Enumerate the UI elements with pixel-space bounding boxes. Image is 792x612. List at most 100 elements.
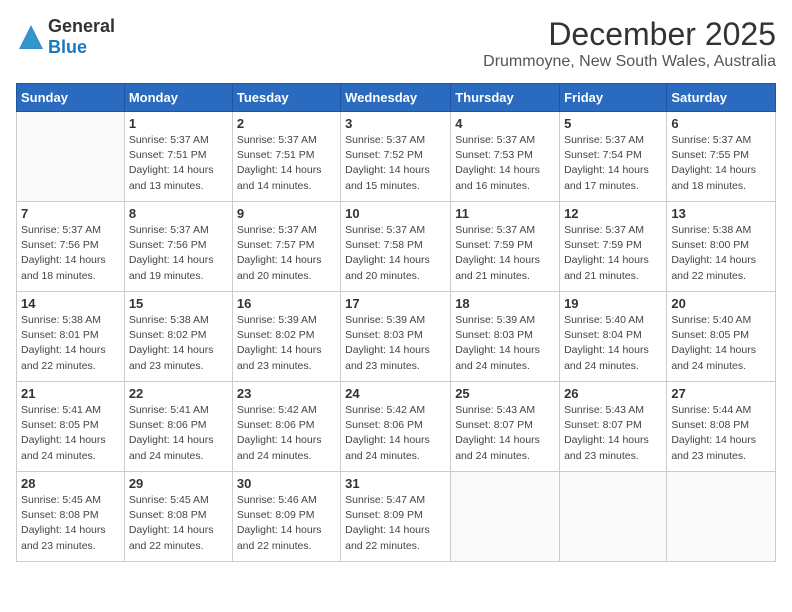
day-cell: 15 Sunrise: 5:38 AMSunset: 8:02 PMDayligh… xyxy=(124,292,232,382)
day-cell: 6 Sunrise: 5:37 AMSunset: 7:55 PMDaylight… xyxy=(667,112,776,202)
day-number: 20 xyxy=(671,296,771,311)
week-row-1: 1Sunrise: 5:37 AMSunset: 7:51 PMDaylight… xyxy=(17,112,776,202)
day-info: Sunrise: 5:41 AMSunset: 8:05 PMDaylight:… xyxy=(21,403,120,464)
day-cell: 17 Sunrise: 5:39 AMSunset: 8:03 PMDayligh… xyxy=(341,292,451,382)
day-info: Sunrise: 5:37 AMSunset: 7:56 PMDaylight:… xyxy=(21,223,120,284)
day-info: Sunrise: 5:37 AMSunset: 7:58 PMDaylight:… xyxy=(345,223,446,284)
day-number: 13 xyxy=(671,206,771,221)
day-info: Sunrise: 5:38 AMSunset: 8:00 PMDaylight:… xyxy=(671,223,771,284)
day-cell: 25Sunrise: 5:43 AMSunset: 8:07 PMDayligh… xyxy=(451,382,560,472)
day-number: 6 xyxy=(671,116,771,131)
day-info: Sunrise: 5:37 AMSunset: 7:59 PMDaylight:… xyxy=(564,223,662,284)
day-number: 15 xyxy=(129,296,228,311)
day-number: 29 xyxy=(129,476,228,491)
day-cell: 1Sunrise: 5:37 AMSunset: 7:51 PMDaylight… xyxy=(124,112,232,202)
day-info: Sunrise: 5:37 AMSunset: 7:51 PMDaylight:… xyxy=(237,133,336,194)
day-number: 21 xyxy=(21,386,120,401)
logo-icon xyxy=(16,22,46,52)
day-cell: 24 Sunrise: 5:42 AMSunset: 8:06 PMDayligh… xyxy=(341,382,451,472)
day-info: Sunrise: 5:37 AMSunset: 7:55 PMDaylight:… xyxy=(671,133,771,194)
day-cell: 22 Sunrise: 5:41 AMSunset: 8:06 PMDayligh… xyxy=(124,382,232,472)
day-info: Sunrise: 5:44 AMSunset: 8:08 PMDaylight:… xyxy=(671,403,771,464)
day-number: 31 xyxy=(345,476,446,491)
day-header-friday: Friday xyxy=(560,84,667,112)
day-info: Sunrise: 5:40 AMSunset: 8:04 PMDaylight:… xyxy=(564,313,662,374)
day-header-monday: Monday xyxy=(124,84,232,112)
day-cell: 3Sunrise: 5:37 AMSunset: 7:52 PMDaylight… xyxy=(341,112,451,202)
day-info: Sunrise: 5:37 AMSunset: 7:54 PMDaylight:… xyxy=(564,133,662,194)
day-cell: 10 Sunrise: 5:37 AMSunset: 7:58 PMDayligh… xyxy=(341,202,451,292)
day-number: 9 xyxy=(237,206,336,221)
day-number: 8 xyxy=(129,206,228,221)
day-cell: 19 Sunrise: 5:40 AMSunset: 8:04 PMDayligh… xyxy=(560,292,667,382)
day-cell: 23 Sunrise: 5:42 AMSunset: 8:06 PMDayligh… xyxy=(232,382,340,472)
day-number: 4 xyxy=(455,116,555,131)
day-cell: 26 Sunrise: 5:43 AMSunset: 8:07 PMDayligh… xyxy=(560,382,667,472)
day-cell: 16 Sunrise: 5:39 AMSunset: 8:02 PMDayligh… xyxy=(232,292,340,382)
day-cell: 18Sunrise: 5:39 AMSunset: 8:03 PMDayligh… xyxy=(451,292,560,382)
day-info: Sunrise: 5:42 AMSunset: 8:06 PMDaylight:… xyxy=(345,403,446,464)
day-info: Sunrise: 5:45 AMSunset: 8:08 PMDaylight:… xyxy=(129,493,228,554)
day-cell: 12 Sunrise: 5:37 AMSunset: 7:59 PMDayligh… xyxy=(560,202,667,292)
day-number: 19 xyxy=(564,296,662,311)
day-number: 30 xyxy=(237,476,336,491)
calendar-body: 1Sunrise: 5:37 AMSunset: 7:51 PMDaylight… xyxy=(17,112,776,562)
day-info: Sunrise: 5:39 AMSunset: 8:02 PMDaylight:… xyxy=(237,313,336,374)
day-number: 2 xyxy=(237,116,336,131)
week-row-2: 7 Sunrise: 5:37 AMSunset: 7:56 PMDaylight… xyxy=(17,202,776,292)
day-info: Sunrise: 5:37 AMSunset: 7:59 PMDaylight:… xyxy=(455,223,555,284)
day-cell: 29 Sunrise: 5:45 AMSunset: 8:08 PMDayligh… xyxy=(124,472,232,562)
day-number: 7 xyxy=(21,206,120,221)
day-number: 24 xyxy=(345,386,446,401)
day-info: Sunrise: 5:37 AMSunset: 7:52 PMDaylight:… xyxy=(345,133,446,194)
day-cell: 21 Sunrise: 5:41 AMSunset: 8:05 PMDayligh… xyxy=(17,382,125,472)
day-info: Sunrise: 5:41 AMSunset: 8:06 PMDaylight:… xyxy=(129,403,228,464)
day-info: Sunrise: 5:40 AMSunset: 8:05 PMDaylight:… xyxy=(671,313,771,374)
day-cell: 4 Sunrise: 5:37 AMSunset: 7:53 PMDaylight… xyxy=(451,112,560,202)
week-row-5: 28Sunrise: 5:45 AMSunset: 8:08 PMDayligh… xyxy=(17,472,776,562)
day-number: 22 xyxy=(129,386,228,401)
day-number: 16 xyxy=(237,296,336,311)
day-cell: 13 Sunrise: 5:38 AMSunset: 8:00 PMDayligh… xyxy=(667,202,776,292)
day-info: Sunrise: 5:43 AMSunset: 8:07 PMDaylight:… xyxy=(455,403,555,464)
day-info: Sunrise: 5:43 AMSunset: 8:07 PMDaylight:… xyxy=(564,403,662,464)
logo-text: General Blue xyxy=(48,16,115,58)
week-row-3: 14 Sunrise: 5:38 AMSunset: 8:01 PMDayligh… xyxy=(17,292,776,382)
logo-blue: Blue xyxy=(48,37,87,57)
day-info: Sunrise: 5:45 AMSunset: 8:08 PMDaylight:… xyxy=(21,493,120,554)
calendar-header: SundayMondayTuesdayWednesdayThursdayFrid… xyxy=(17,84,776,112)
day-cell: 30Sunrise: 5:46 AMSunset: 8:09 PMDayligh… xyxy=(232,472,340,562)
day-cell: 8Sunrise: 5:37 AMSunset: 7:56 PMDaylight… xyxy=(124,202,232,292)
day-number: 10 xyxy=(345,206,446,221)
day-info: Sunrise: 5:38 AMSunset: 8:01 PMDaylight:… xyxy=(21,313,120,374)
day-number: 14 xyxy=(21,296,120,311)
day-info: Sunrise: 5:42 AMSunset: 8:06 PMDaylight:… xyxy=(237,403,336,464)
day-number: 23 xyxy=(237,386,336,401)
day-cell xyxy=(451,472,560,562)
day-header-tuesday: Tuesday xyxy=(232,84,340,112)
day-number: 17 xyxy=(345,296,446,311)
day-cell: 11 Sunrise: 5:37 AMSunset: 7:59 PMDayligh… xyxy=(451,202,560,292)
week-row-4: 21 Sunrise: 5:41 AMSunset: 8:05 PMDayligh… xyxy=(17,382,776,472)
day-header-saturday: Saturday xyxy=(667,84,776,112)
logo: General Blue xyxy=(16,16,115,58)
day-cell: 5 Sunrise: 5:37 AMSunset: 7:54 PMDaylight… xyxy=(560,112,667,202)
day-header-sunday: Sunday xyxy=(17,84,125,112)
calendar-title: December 2025 xyxy=(483,16,776,53)
day-number: 27 xyxy=(671,386,771,401)
day-number: 18 xyxy=(455,296,555,311)
day-cell: 9Sunrise: 5:37 AMSunset: 7:57 PMDaylight… xyxy=(232,202,340,292)
day-number: 5 xyxy=(564,116,662,131)
day-header-thursday: Thursday xyxy=(451,84,560,112)
calendar-subtitle: Drummoyne, New South Wales, Australia xyxy=(483,53,776,71)
day-number: 11 xyxy=(455,206,555,221)
day-number: 26 xyxy=(564,386,662,401)
day-info: Sunrise: 5:37 AMSunset: 7:51 PMDaylight:… xyxy=(129,133,228,194)
page-header: General Blue December 2025 Drummoyne, Ne… xyxy=(16,16,776,71)
day-info: Sunrise: 5:37 AMSunset: 7:53 PMDaylight:… xyxy=(455,133,555,194)
day-info: Sunrise: 5:38 AMSunset: 8:02 PMDaylight:… xyxy=(129,313,228,374)
day-info: Sunrise: 5:47 AMSunset: 8:09 PMDaylight:… xyxy=(345,493,446,554)
day-number: 12 xyxy=(564,206,662,221)
day-cell: 27 Sunrise: 5:44 AMSunset: 8:08 PMDayligh… xyxy=(667,382,776,472)
day-info: Sunrise: 5:39 AMSunset: 8:03 PMDaylight:… xyxy=(345,313,446,374)
